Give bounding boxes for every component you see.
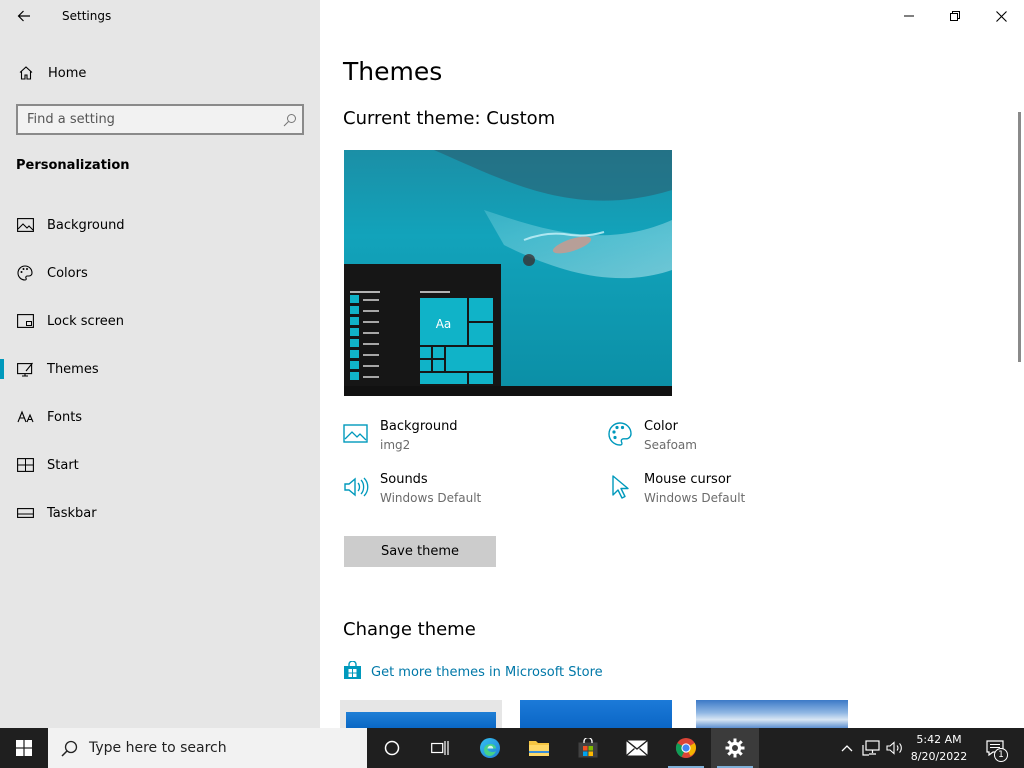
store-icon: [343, 660, 362, 684]
theme-thumbnail-image: [346, 712, 496, 728]
back-button[interactable]: [10, 4, 38, 28]
folder-icon: [529, 741, 549, 756]
sidebar-item-themes[interactable]: Themes: [0, 345, 320, 393]
cortana-icon: [384, 740, 400, 756]
sidebar-item-home[interactable]: Home: [0, 57, 320, 89]
main-content: Themes Current theme: Custom Aa Backgrou…: [320, 0, 1024, 728]
mouse-cursor-property[interactable]: Mouse cursor Windows Default: [606, 469, 846, 511]
sidebar-item-label: Background: [47, 217, 125, 233]
palette-icon: [606, 420, 634, 448]
chrome-icon: [675, 738, 697, 758]
store-button[interactable]: [564, 728, 612, 768]
network-button[interactable]: [860, 728, 882, 768]
sidebar-item-label: Home: [48, 65, 87, 81]
cortana-button[interactable]: [368, 728, 416, 768]
scrollbar[interactable]: [1018, 112, 1021, 362]
edge-button[interactable]: [466, 728, 514, 768]
property-value: Windows Default: [380, 491, 482, 505]
sidebar-item-label: Themes: [47, 361, 99, 377]
theme-thumbnail[interactable]: [520, 700, 672, 728]
find-setting-search[interactable]: [16, 104, 304, 135]
fonts-icon: [16, 410, 34, 424]
store-link-label: Get more themes in Microsoft Store: [371, 665, 603, 680]
page-title: Themes: [343, 57, 443, 86]
theme-thumbnail[interactable]: [340, 700, 502, 728]
taskbar: Type here to search 5:42 AM 8/20/2022 1: [0, 728, 1024, 768]
color-property[interactable]: Color Seafoam: [606, 416, 846, 458]
sidebar: Settings Home Personalization Background…: [0, 0, 320, 728]
gear-icon: [725, 738, 745, 758]
chevron-up-icon: [841, 745, 853, 752]
mail-icon: [626, 740, 648, 756]
sidebar-item-label: Start: [47, 457, 79, 473]
taskbar-clock[interactable]: 5:42 AM 8/20/2022: [906, 731, 972, 765]
volume-button[interactable]: [884, 728, 906, 768]
property-name: Color: [644, 419, 678, 434]
sidebar-item-label: Taskbar: [47, 505, 97, 521]
property-value: img2: [380, 438, 411, 452]
theme-preview: Aa: [344, 150, 672, 396]
chrome-button[interactable]: [662, 728, 710, 768]
palette-icon: [16, 265, 34, 281]
sidebar-item-label: Colors: [47, 265, 88, 281]
action-center-button[interactable]: 1: [980, 728, 1010, 768]
themes-icon: [16, 362, 34, 377]
sidebar-item-label: Lock screen: [47, 313, 124, 329]
property-name: Sounds: [380, 472, 428, 487]
property-value: Windows Default: [644, 491, 746, 505]
speaker-icon: [342, 473, 370, 501]
background-property[interactable]: Background img2: [342, 416, 582, 458]
mail-button[interactable]: [613, 728, 661, 768]
find-setting-input[interactable]: [18, 112, 278, 127]
change-theme-heading: Change theme: [343, 619, 476, 640]
save-theme-button[interactable]: Save theme: [344, 536, 496, 567]
network-icon: [862, 740, 880, 756]
sidebar-item-background[interactable]: Background: [0, 201, 320, 249]
preview-tile-label: Aa: [436, 317, 452, 331]
sounds-property[interactable]: Sounds Windows Default: [342, 469, 582, 511]
picture-icon: [16, 218, 34, 232]
lock-screen-icon: [16, 314, 34, 328]
cursor-icon: [606, 473, 634, 501]
current-theme-heading: Current theme: Custom: [343, 108, 556, 129]
settings-taskbar-button[interactable]: [711, 728, 759, 768]
taskbar-icon: [16, 508, 34, 518]
sidebar-item-taskbar[interactable]: Taskbar: [0, 489, 320, 537]
theme-thumbnail[interactable]: [696, 700, 848, 728]
sidebar-item-fonts[interactable]: Fonts: [0, 393, 320, 441]
search-icon[interactable]: [278, 113, 302, 127]
notification-count-badge: 1: [994, 748, 1008, 762]
task-view-button[interactable]: [416, 728, 464, 768]
file-explorer-button[interactable]: [515, 728, 563, 768]
picture-icon: [342, 420, 370, 448]
sidebar-item-label: Fonts: [47, 409, 83, 425]
show-hidden-icons-button[interactable]: [838, 728, 856, 768]
sidebar-nav: Background Colors Lock screen Themes Fon…: [0, 201, 320, 537]
microsoft-store-icon: [578, 738, 598, 758]
start-icon: [16, 458, 34, 472]
home-icon: [16, 65, 36, 81]
sidebar-item-start[interactable]: Start: [0, 441, 320, 489]
sidebar-item-lock-screen[interactable]: Lock screen: [0, 297, 320, 345]
back-arrow-icon: [17, 10, 30, 22]
search-icon: [59, 740, 79, 757]
edge-icon: [480, 738, 500, 758]
property-name: Mouse cursor: [644, 472, 732, 487]
start-button[interactable]: [0, 728, 48, 768]
store-link[interactable]: Get more themes in Microsoft Store: [343, 660, 603, 684]
clock-date: 8/20/2022: [910, 750, 968, 763]
task-view-icon: [431, 741, 449, 755]
clock-time: 5:42 AM: [916, 733, 962, 746]
property-name: Background: [380, 419, 458, 434]
taskbar-search[interactable]: Type here to search: [48, 728, 367, 768]
app-title: Settings: [62, 9, 112, 23]
property-value: Seafoam: [644, 438, 697, 452]
windows-logo-icon: [16, 740, 32, 756]
taskbar-search-placeholder: Type here to search: [89, 740, 227, 756]
section-title: Personalization: [16, 158, 130, 173]
volume-icon: [886, 741, 902, 755]
sidebar-item-colors[interactable]: Colors: [0, 249, 320, 297]
